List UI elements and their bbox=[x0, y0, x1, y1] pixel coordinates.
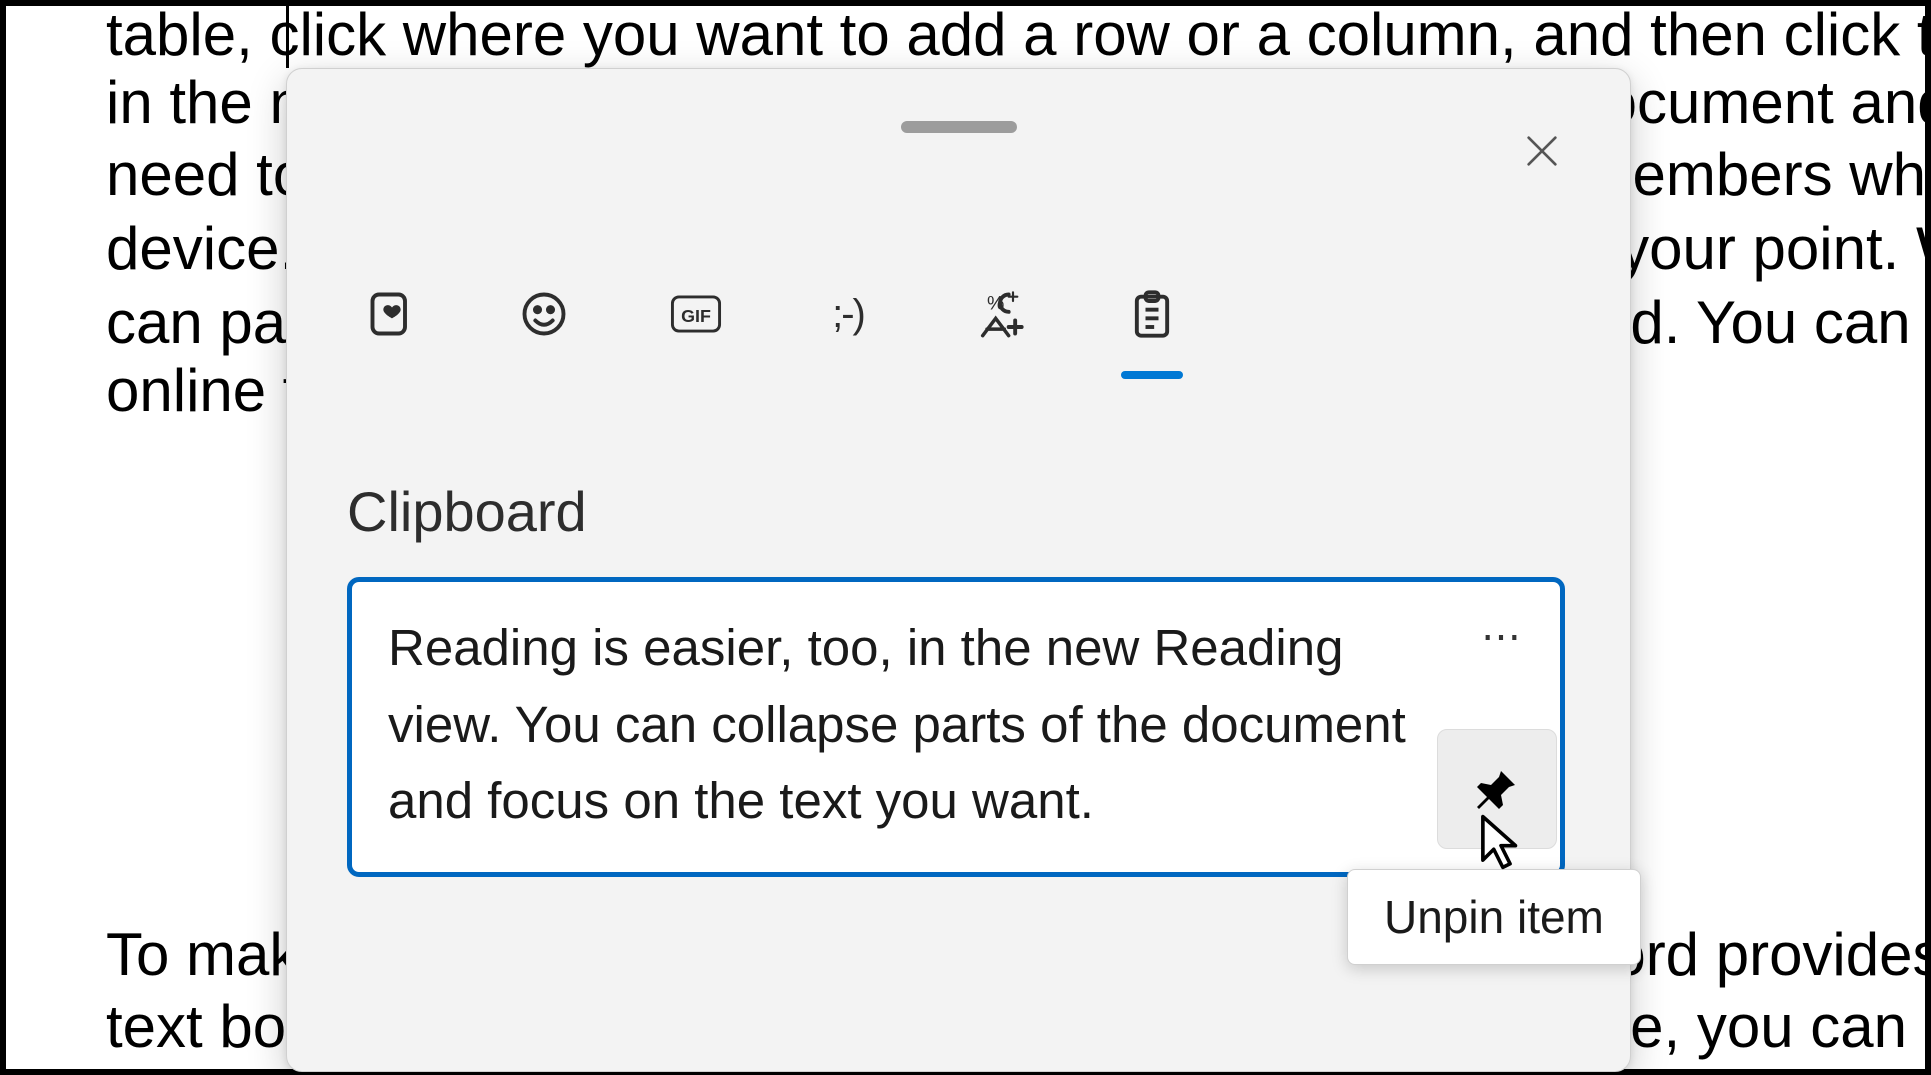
panel-tabs: GIF ;-) % bbox=[347, 269, 1197, 359]
tab-recent[interactable] bbox=[347, 269, 437, 359]
gif-icon: GIF bbox=[670, 288, 722, 340]
tooltip: Unpin item bbox=[1347, 869, 1641, 965]
emoji-clipboard-panel: GIF ;-) % bbox=[286, 68, 1631, 1072]
clipboard-item[interactable]: Reading is easier, too, in the new Readi… bbox=[347, 577, 1565, 877]
clipboard-item-more-button[interactable]: ⋯ bbox=[1472, 612, 1532, 662]
section-title: Clipboard bbox=[347, 479, 587, 544]
clipboard-icon bbox=[1126, 288, 1178, 340]
kaomoji-icon: ;-) bbox=[832, 292, 864, 337]
smiley-icon bbox=[518, 288, 570, 340]
tab-clipboard[interactable] bbox=[1107, 269, 1197, 359]
heart-folder-icon bbox=[366, 288, 418, 340]
viewport-frame: table, click where you want to add a row… bbox=[0, 0, 1931, 1075]
pin-button[interactable] bbox=[1437, 729, 1557, 849]
drag-handle[interactable] bbox=[901, 121, 1017, 133]
symbols-icon: % bbox=[974, 288, 1026, 340]
tab-emoji[interactable] bbox=[499, 269, 589, 359]
tab-gif[interactable]: GIF bbox=[651, 269, 741, 359]
tab-symbols[interactable]: % bbox=[955, 269, 1045, 359]
close-icon bbox=[1522, 131, 1562, 171]
tab-kaomoji[interactable]: ;-) bbox=[803, 269, 893, 359]
svg-text:GIF: GIF bbox=[681, 306, 711, 326]
pin-icon bbox=[1473, 765, 1521, 813]
close-button[interactable] bbox=[1502, 111, 1582, 191]
document-text-line: table, click where you want to add a row… bbox=[106, 0, 1926, 71]
clipboard-item-text: Reading is easier, too, in the new Readi… bbox=[388, 610, 1410, 840]
text-caret bbox=[286, 4, 289, 68]
